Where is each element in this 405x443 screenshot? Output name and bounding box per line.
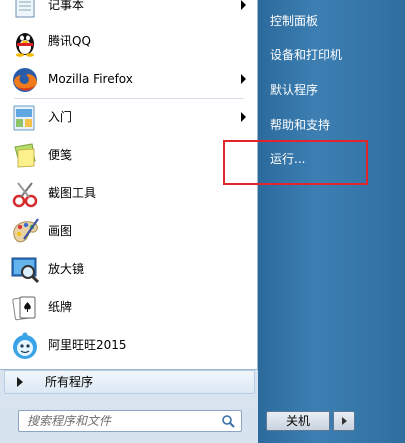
program-item-firefox[interactable]: Mozilla Firefox [4,62,254,97]
solitaire-icon [12,296,36,321]
divider [14,98,244,99]
program-label: 腾讯QQ [48,34,91,48]
program-item-getting-started[interactable]: 入门 [4,100,254,135]
program-label: 记事本 [48,0,85,12]
program-item-aliwangwang[interactable]: 阿里旺旺2015 [4,328,254,363]
menu-item-control-panel[interactable]: 控制面板 [270,11,318,31]
program-item-magnifier[interactable]: 放大镜 [4,252,254,287]
search-input[interactable]: 搜索程序和文件 [18,410,242,432]
program-item-paint[interactable]: 画图 [4,214,254,249]
all-programs-label: 所有程序 [45,375,94,389]
program-item-sticky-notes[interactable]: 便笺 [4,138,254,173]
search-icon[interactable] [221,414,235,428]
getting-started-icon [13,105,35,131]
program-label: 纸牌 [48,300,73,314]
program-label: 入门 [48,110,73,124]
program-label: 便笺 [48,148,73,162]
program-label: Mozilla Firefox [48,72,133,86]
program-item-qq[interactable]: 腾讯QQ [4,24,254,59]
sticky-notes-icon [14,143,36,168]
start-menu-right-pane: 控制面板 设备和打印机 默认程序 帮助和支持 运行... [258,0,405,443]
program-label: 画图 [48,224,73,238]
program-item-snipping-tool[interactable]: 截图工具 [4,176,254,211]
submenu-arrow-icon[interactable] [241,0,246,10]
qq-penguin-icon [16,33,34,57]
program-label: 截图工具 [48,186,97,200]
aliwangwang-icon [13,332,37,359]
firefox-icon [13,68,37,92]
pinned-programs-list: 记事本 腾讯QQ Mozilla Firefox 入门 便笺 截图工具 画图 放… [0,0,258,370]
paint-icon [13,218,39,243]
magnifier-icon [11,257,40,284]
submenu-arrow-icon[interactable] [241,112,246,122]
submenu-arrow-icon[interactable] [241,74,246,84]
program-label: 放大镜 [48,262,85,276]
highlight-box [223,140,368,185]
menu-item-help-support[interactable]: 帮助和支持 [270,115,330,135]
shutdown-options-button[interactable] [333,411,355,431]
snipping-tool-icon [12,182,38,208]
menu-item-default-programs[interactable]: 默认程序 [270,80,318,100]
menu-item-devices-printers[interactable]: 设备和打印机 [270,45,342,65]
chevron-right-icon [342,417,347,425]
shutdown-button[interactable]: 关机 [266,411,330,431]
start-menu-left-pane: 记事本 腾讯QQ Mozilla Firefox 入门 便笺 截图工具 画图 放… [0,0,258,443]
search-placeholder: 搜索程序和文件 [27,414,112,428]
notepad-icon [15,0,35,18]
program-label: 阿里旺旺2015 [48,338,127,352]
program-item-solitaire[interactable]: 纸牌 [4,290,254,325]
triangle-right-icon [17,377,23,387]
program-item-notepad[interactable]: 记事本 [4,0,254,23]
all-programs-button[interactable]: 所有程序 [4,370,255,394]
